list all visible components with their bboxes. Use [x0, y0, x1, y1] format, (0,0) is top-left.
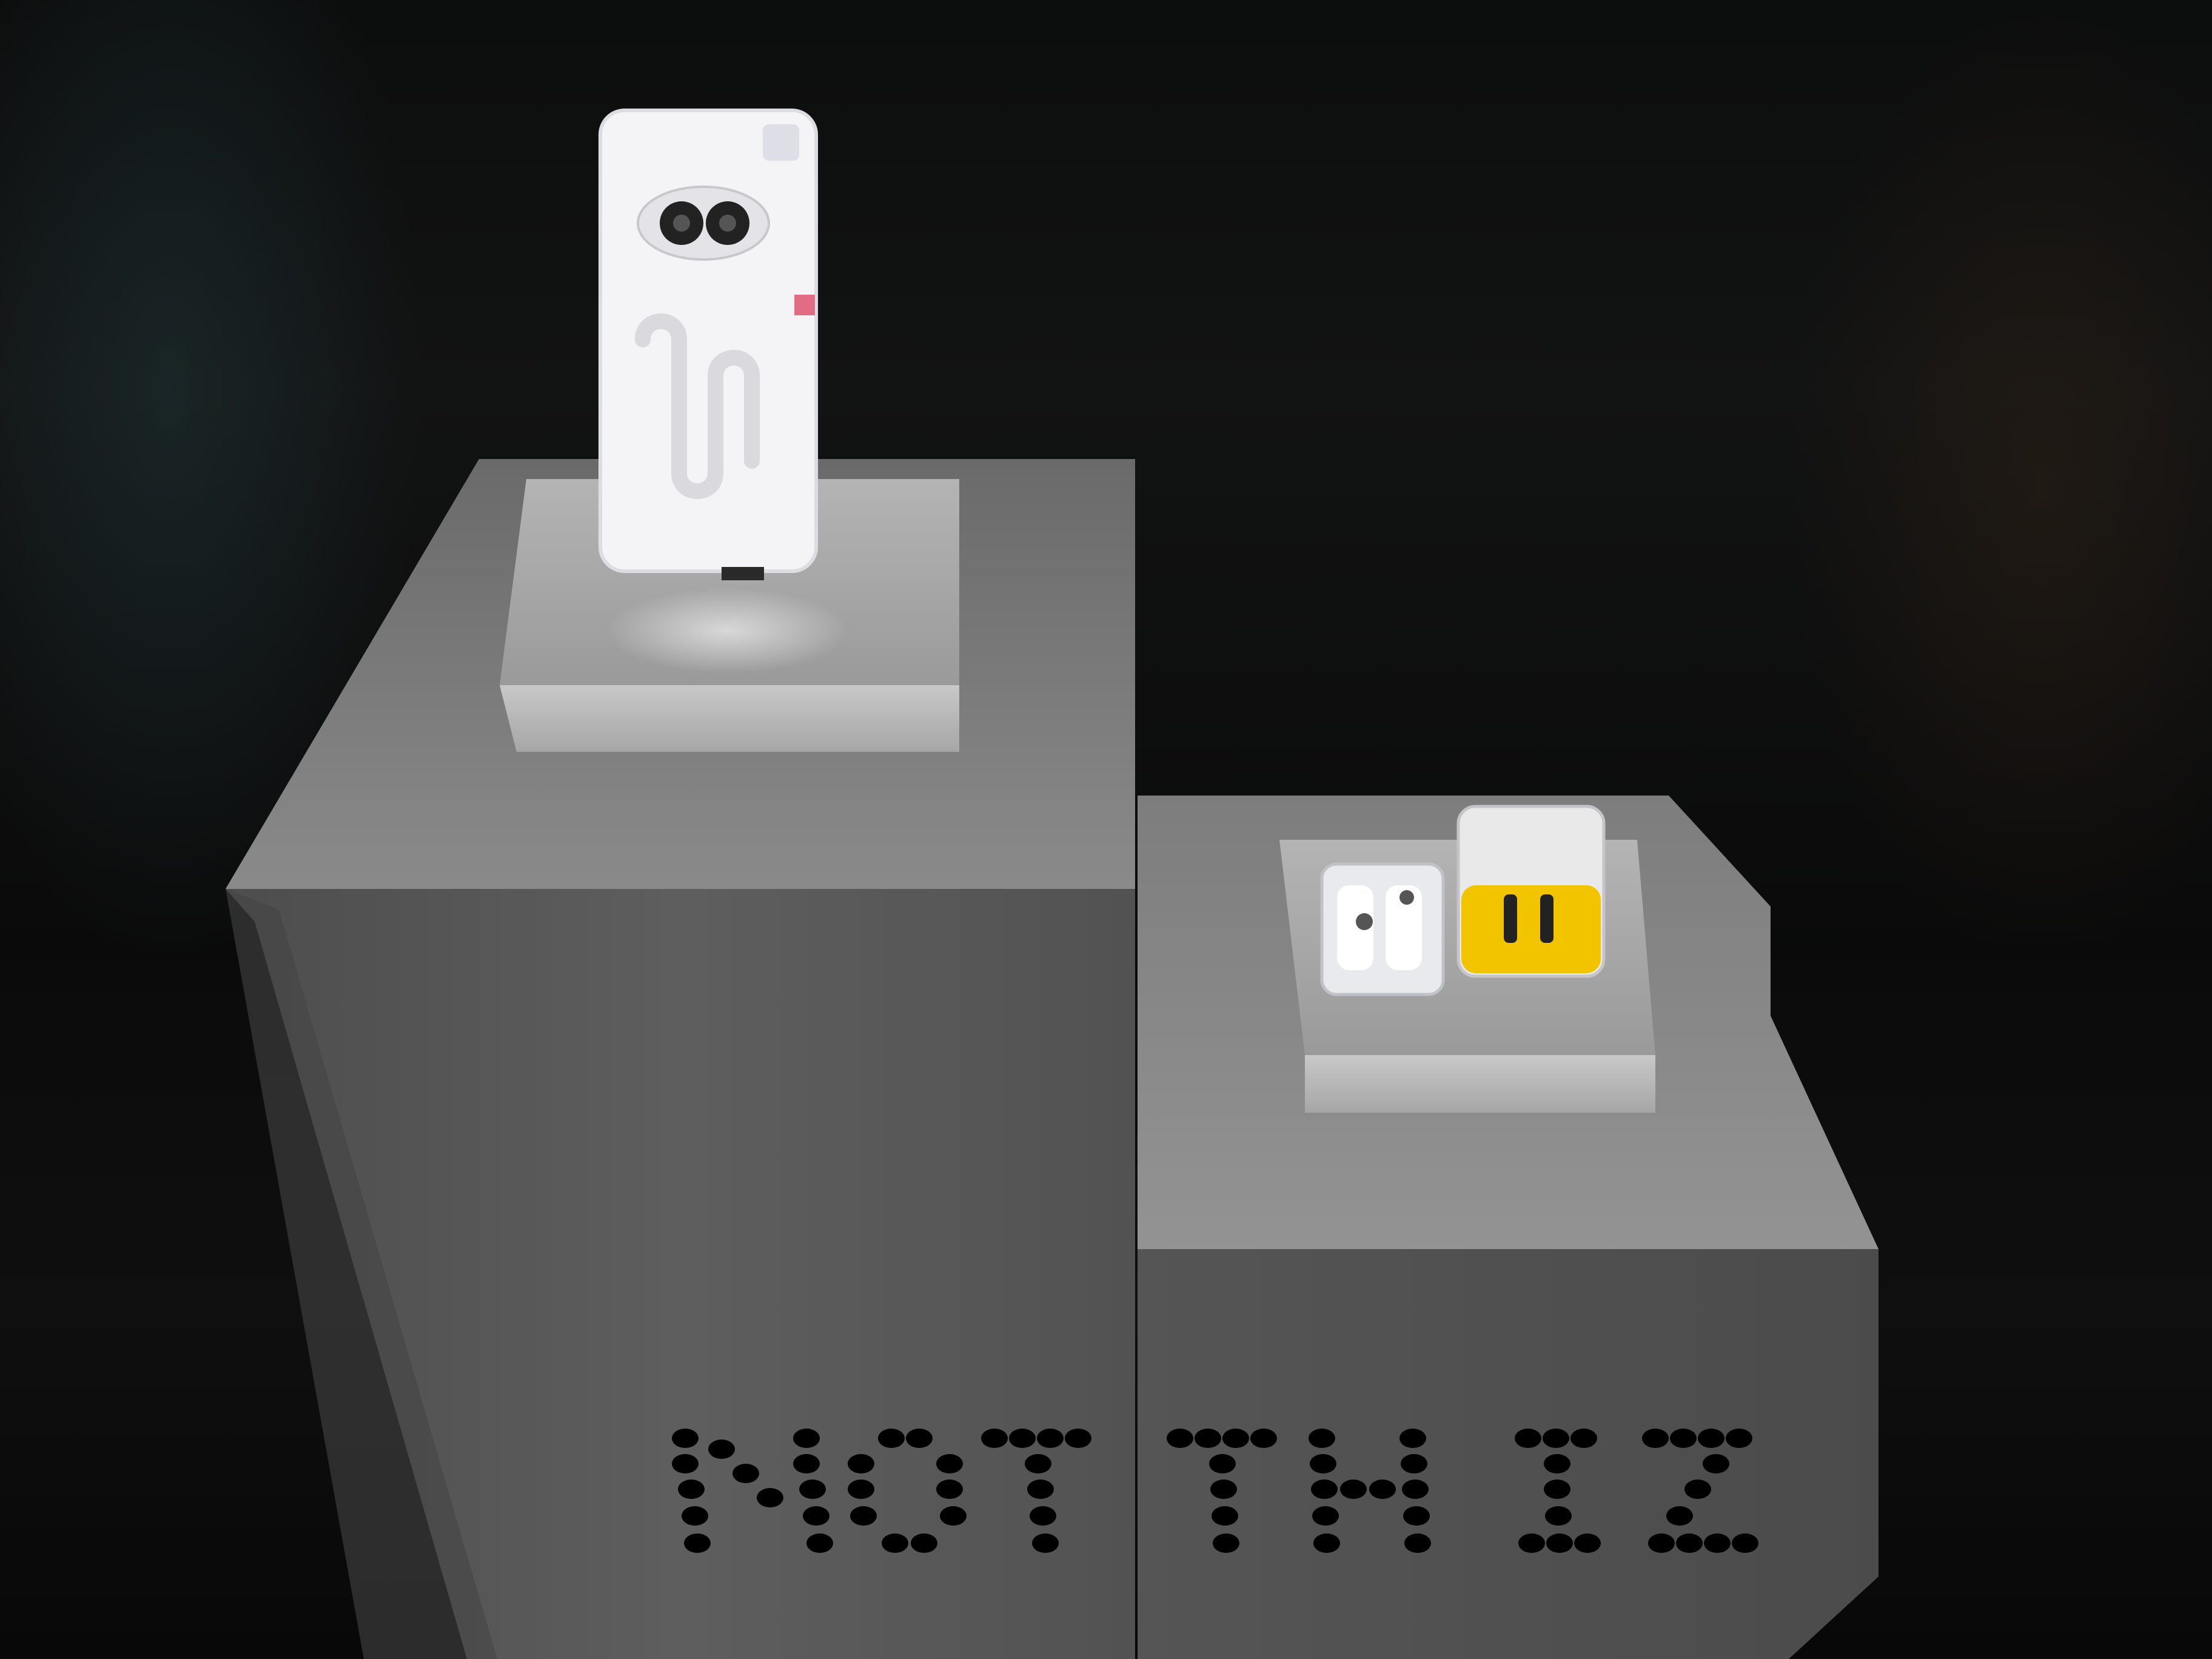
display-illustration	[226, 109, 1879, 1659]
earbud-case-yellow	[1456, 805, 1606, 978]
product-display-scene	[0, 0, 2212, 1659]
earbud-case-clear	[1320, 862, 1445, 996]
phone	[598, 109, 818, 580]
